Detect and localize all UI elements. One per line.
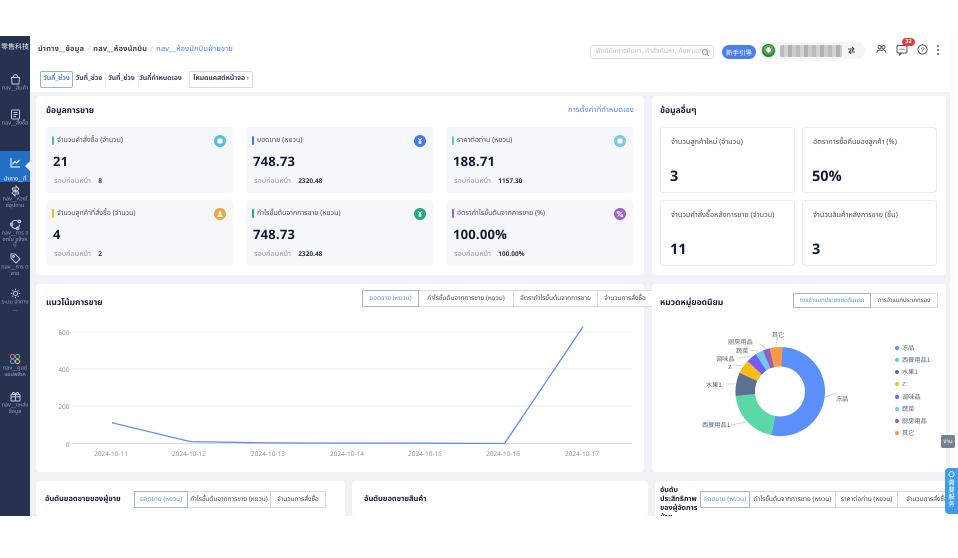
svg-text:?: ?	[921, 47, 925, 54]
